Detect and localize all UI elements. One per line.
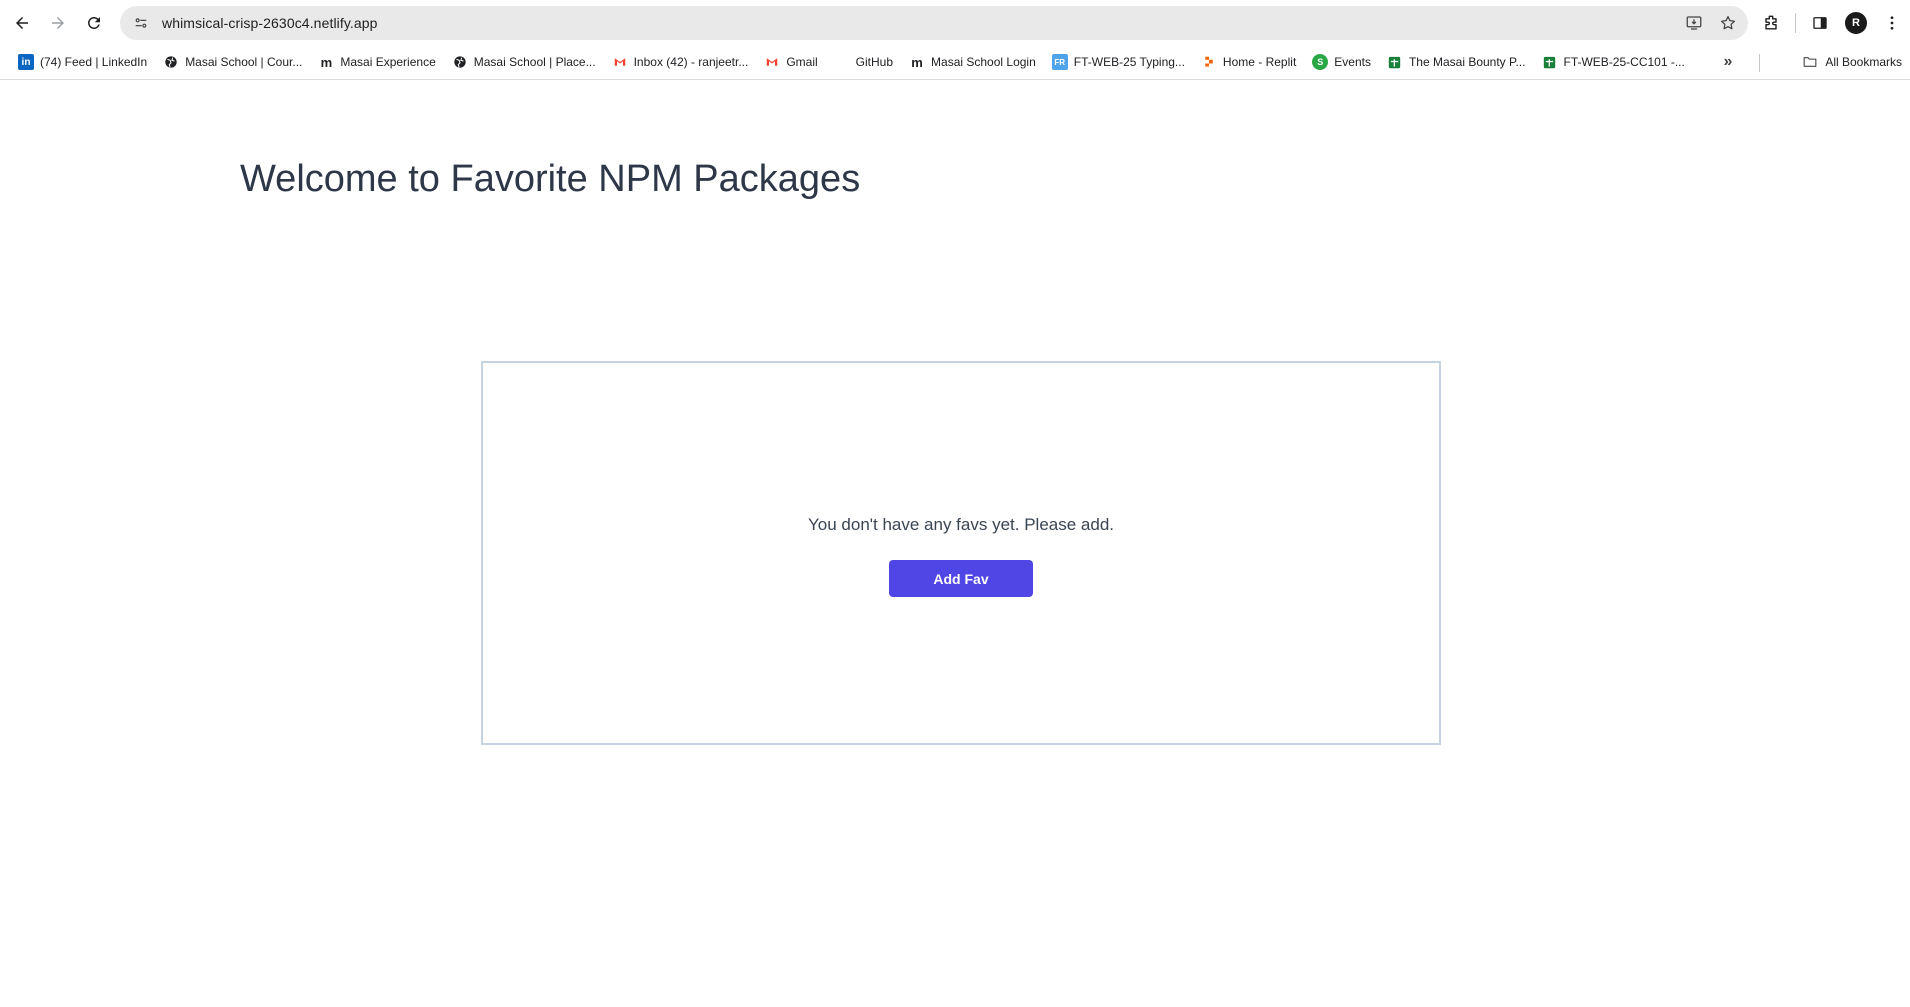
bookmark-cc101[interactable]: FT-WEB-25-CC101 -... — [1533, 48, 1692, 76]
bookmark-label: Masai School | Place... — [473, 55, 596, 69]
profile-avatar[interactable]: R — [1838, 5, 1874, 41]
gmail-icon — [764, 54, 780, 70]
back-button[interactable] — [4, 5, 40, 41]
all-bookmarks-label: All Bookmarks — [1825, 55, 1902, 69]
avatar-icon: R — [1845, 11, 1867, 34]
menu-kebab-icon[interactable] — [1874, 5, 1910, 41]
bookmark-github[interactable]: GitHub — [826, 48, 901, 76]
bookmark-label: (74) Feed | LinkedIn — [40, 55, 148, 69]
install-app-icon[interactable] — [1684, 13, 1704, 33]
bookmarks-divider — [1759, 54, 1760, 72]
bookmark-label: Home - Replit — [1222, 55, 1297, 69]
folder-icon — [1801, 53, 1819, 71]
bookmark-linkedin[interactable]: in (74) Feed | LinkedIn — [10, 48, 155, 76]
typing-icon: FR — [1051, 54, 1068, 70]
browser-toolbar: whimsical-crisp-2630c4.netlify.app R — [0, 0, 1910, 45]
side-panel-icon[interactable] — [1802, 5, 1838, 41]
forward-button[interactable] — [40, 5, 76, 41]
bookmark-inbox[interactable]: Inbox (42) - ranjeetr... — [604, 48, 757, 76]
reload-button[interactable] — [76, 5, 112, 41]
favorites-panel: You don't have any favs yet. Please add.… — [481, 361, 1441, 745]
reload-icon — [87, 16, 100, 29]
bookmark-label: Gmail — [786, 55, 818, 69]
sheets-icon — [1387, 54, 1403, 70]
bookmarks-overflow-icon[interactable]: » — [1714, 48, 1742, 76]
globe-icon — [452, 54, 468, 70]
bookmark-events[interactable]: S Events — [1304, 48, 1379, 76]
github-icon — [834, 54, 850, 70]
bookmark-label: Masai School | Cour... — [185, 55, 303, 69]
empty-state-message: You don't have any favs yet. Please add. — [808, 515, 1114, 534]
address-bar[interactable]: whimsical-crisp-2630c4.netlify.app — [120, 6, 1748, 40]
toolbar-divider — [1795, 12, 1796, 33]
linkedin-icon: in — [18, 54, 34, 70]
gmail-icon — [612, 54, 628, 70]
arrow-left-icon — [16, 16, 28, 29]
bookmark-label: Masai School Login — [931, 55, 1036, 69]
bookmarks-bar: in (74) Feed | LinkedIn Masai School | C… — [0, 45, 1910, 80]
bookmark-gmail[interactable]: Gmail — [756, 48, 825, 76]
bookmark-masai-experience[interactable]: m Masai Experience — [310, 48, 443, 76]
bookmark-masai-bounty[interactable]: The Masai Bounty P... — [1379, 48, 1534, 76]
arrow-right-icon — [52, 16, 64, 29]
replit-icon — [1201, 54, 1217, 70]
globe-icon — [163, 54, 179, 70]
masai-m-icon: m — [911, 54, 923, 70]
site-info-icon[interactable] — [130, 12, 152, 34]
bookmark-label: The Masai Bounty P... — [1408, 55, 1526, 69]
bookmark-masai-placements[interactable]: Masai School | Place... — [444, 48, 604, 76]
bookmark-masai-login[interactable]: m Masai School Login — [901, 48, 1044, 76]
extensions-icon[interactable] — [1753, 5, 1789, 41]
bookmark-label: Masai Experience — [340, 55, 436, 69]
masai-m-icon: m — [320, 54, 333, 70]
bookmark-label: GitHub — [855, 55, 894, 69]
url-text[interactable]: whimsical-crisp-2630c4.netlify.app — [162, 15, 378, 31]
bookmark-label: FT-WEB-25-CC101 -... — [1563, 55, 1685, 69]
add-fav-button[interactable]: Add Fav — [889, 560, 1033, 597]
all-bookmarks-button[interactable]: All Bookmarks — [1797, 48, 1906, 76]
events-icon: S — [1312, 54, 1329, 70]
bookmark-label: FT-WEB-25 Typing... — [1073, 55, 1185, 69]
sheets-icon — [1541, 54, 1557, 70]
page-title: Welcome to Favorite NPM Packages — [240, 158, 861, 200]
bookmark-label: Events — [1334, 55, 1371, 69]
bookmark-label: Inbox (42) - ranjeetr... — [633, 55, 749, 69]
bookmark-typing[interactable]: FR FT-WEB-25 Typing... — [1044, 48, 1193, 76]
bookmark-replit[interactable]: Home - Replit — [1193, 48, 1304, 76]
bookmark-masai-courses[interactable]: Masai School | Cour... — [155, 48, 310, 76]
bookmark-star-icon[interactable] — [1718, 13, 1738, 33]
